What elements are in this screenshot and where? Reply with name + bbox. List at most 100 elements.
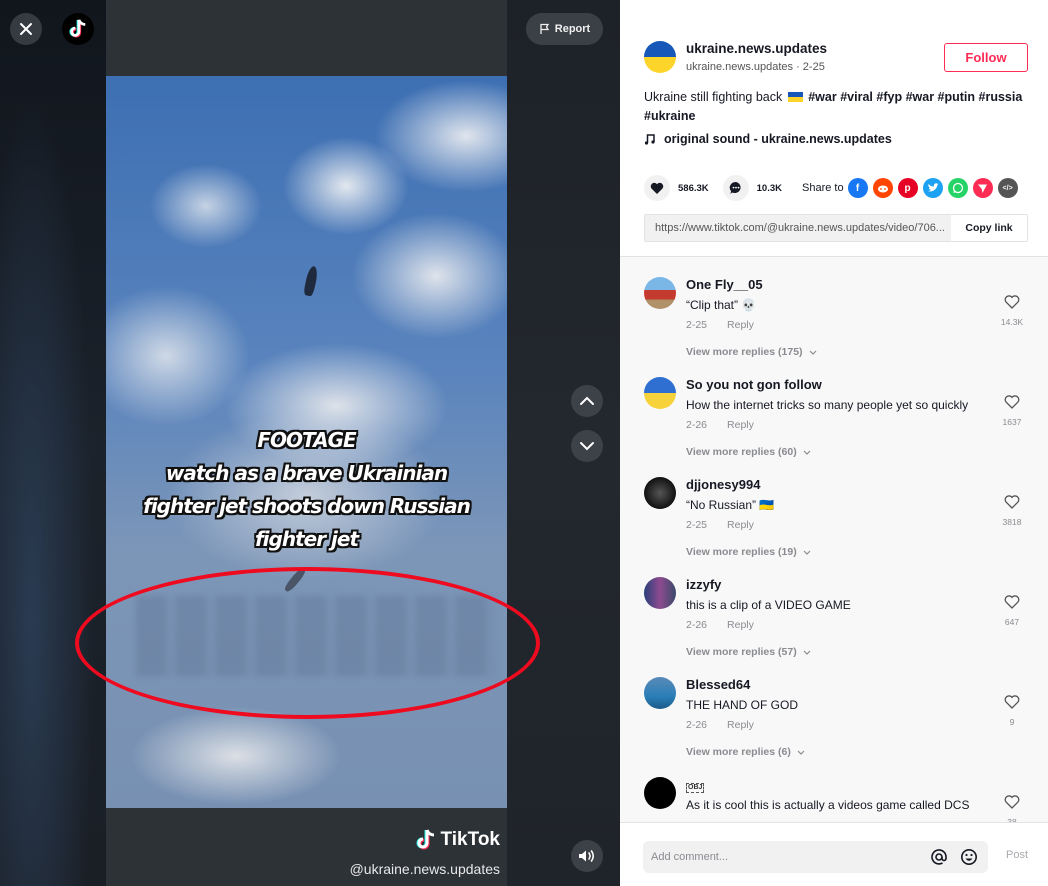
comment-input-placeholder: Add comment... — [651, 851, 729, 863]
author-avatar[interactable] — [644, 41, 676, 73]
comment-like-count: 1637 — [1002, 417, 1022, 427]
mention-button[interactable] — [928, 846, 950, 868]
twitter-icon[interactable] — [922, 178, 943, 198]
facebook-icon[interactable]: f — [847, 178, 868, 198]
chevron-up-icon — [580, 396, 594, 405]
heart-icon — [650, 182, 664, 194]
engagement-bar: 586.3K 10.3K Share to f p </> — [644, 173, 1028, 203]
reply-button[interactable]: Reply — [727, 519, 754, 531]
author-handle-date: ukraine.news.updates · 2-25 — [686, 61, 825, 73]
comment-input[interactable]: Add comment... — [643, 841, 988, 873]
comment-stat[interactable]: 10.3K — [722, 175, 782, 201]
details-panel: ukraine.news.updates ukraine.news.update… — [620, 0, 1048, 886]
share-icons: f p </> — [847, 178, 1018, 198]
commenter-avatar[interactable] — [644, 677, 676, 709]
commenter-name[interactable]: Blessed64 — [686, 677, 986, 693]
hashtag[interactable]: #viral — [840, 90, 873, 104]
volume-icon — [579, 850, 595, 862]
comment-date: 2-25 — [686, 319, 708, 331]
comment-like-button[interactable]: 14.3K — [996, 295, 1028, 327]
view-more-replies[interactable]: View more replies (6) — [686, 746, 986, 758]
comment-list[interactable]: One Fly__05 “Clip that” 💀 2-25 Reply View… — [620, 256, 1048, 822]
comment-like-button[interactable]: 647 — [996, 595, 1028, 627]
commenter-avatar[interactable] — [644, 277, 676, 309]
reddit-icon[interactable] — [872, 178, 893, 198]
report-label: Report — [554, 23, 591, 35]
ukraine-flag-emoji — [787, 92, 803, 102]
whatsapp-icon[interactable] — [947, 178, 968, 198]
chevron-down-icon — [797, 750, 805, 755]
previous-video-button[interactable] — [571, 385, 603, 417]
like-button[interactable] — [644, 175, 670, 201]
commenter-avatar[interactable] — [644, 777, 676, 809]
commenter-avatar[interactable] — [644, 577, 676, 609]
comment-date: 2-26 — [686, 619, 708, 631]
hashtag[interactable]: #war — [808, 90, 837, 104]
comment-text: “Clip that” 💀 — [686, 298, 757, 312]
send-to-friends-icon[interactable] — [972, 178, 993, 198]
reply-button[interactable]: Reply — [727, 619, 754, 631]
heart-outline-icon — [1004, 795, 1020, 809]
commenter-name[interactable]: djjonesy994 — [686, 477, 986, 493]
volume-button[interactable] — [571, 840, 603, 872]
hashtag[interactable]: #war — [906, 90, 935, 104]
reply-button[interactable]: Reply — [727, 419, 754, 431]
sound-link[interactable]: original sound - ukraine.news.updates — [644, 132, 892, 146]
emoji-button[interactable] — [958, 846, 980, 868]
comment-like-button[interactable]: 38 — [996, 795, 1028, 822]
hashtag[interactable]: #russia — [979, 90, 1023, 104]
commenter-name[interactable]: izzyfy — [686, 577, 986, 593]
comment-button[interactable] — [722, 175, 749, 201]
comment-like-button[interactable]: 3818 — [996, 495, 1028, 527]
caption-line: FOOTAGE — [257, 428, 356, 452]
comment-text: this is a clip of a VIDEO GAME — [686, 598, 851, 612]
commenter-name[interactable]: One Fly__05 — [686, 277, 986, 293]
comment-like-button[interactable]: 1637 — [996, 395, 1028, 427]
watermark-brand: TikTok — [440, 829, 500, 850]
commenter-avatar[interactable] — [644, 377, 676, 409]
reply-button[interactable]: Reply — [727, 719, 754, 731]
like-stat[interactable]: 586.3K — [644, 175, 709, 201]
view-more-replies[interactable]: View more replies (60) — [686, 446, 986, 458]
reply-button[interactable]: Reply — [727, 319, 754, 331]
chevron-down-icon — [809, 350, 816, 355]
view-more-replies-label: View more replies (57) — [686, 646, 797, 658]
follow-button[interactable]: Follow — [944, 43, 1028, 72]
like-count: 586.3K — [678, 182, 709, 194]
comment-date: 2-26 — [686, 419, 708, 431]
emoji-icon — [961, 849, 977, 865]
comment-like-button[interactable]: 9 — [996, 695, 1028, 727]
description-text: Ukraine still fighting back — [644, 90, 783, 104]
view-more-replies[interactable]: View more replies (57) — [686, 646, 986, 658]
view-more-replies[interactable]: View more replies (19) — [686, 546, 986, 558]
commenter-name[interactable]: So you not gon follow — [686, 377, 986, 393]
close-icon — [20, 23, 32, 35]
close-button[interactable] — [10, 13, 42, 45]
author-name[interactable]: ukraine.news.updates — [686, 41, 827, 57]
hashtag[interactable]: #putin — [938, 90, 976, 104]
comment-text: As it is cool this is actually a videos … — [686, 798, 970, 812]
watermark-logo: TikTok — [415, 828, 500, 852]
hashtag[interactable]: #ukraine — [644, 109, 695, 123]
tiktok-home-button[interactable] — [62, 13, 94, 45]
comment-composer: Add comment... Post — [620, 822, 1048, 886]
view-more-replies[interactable]: View more replies (175) — [686, 346, 986, 358]
post-comment-button[interactable]: Post — [1006, 849, 1028, 861]
embed-icon[interactable]: </> — [997, 178, 1018, 198]
video-background-blur — [0, 0, 106, 886]
view-more-replies-label: View more replies (175) — [686, 346, 803, 358]
commenter-avatar[interactable] — [644, 477, 676, 509]
report-button[interactable]: Report — [526, 13, 603, 45]
copy-link-button[interactable]: Copy link — [951, 215, 1027, 241]
pinterest-icon[interactable]: p — [897, 178, 918, 198]
comment-like-count: 14.3K — [1000, 317, 1024, 327]
video-link-url[interactable]: https://www.tiktok.com/@ukraine.news.upd… — [645, 215, 951, 241]
caption-line: fighter jet — [254, 527, 359, 551]
hashtag[interactable]: #fyp — [876, 90, 902, 104]
commenter-name[interactable]: OBJ — [686, 777, 986, 793]
author-info: ukraine.news.updates ukraine.news.update… — [644, 41, 827, 73]
caption-line: fighter jet shoots down Russian — [143, 494, 471, 518]
next-video-button[interactable] — [571, 430, 603, 462]
comment-count: 10.3K — [756, 182, 782, 194]
comment-like-count: 9 — [1009, 717, 1015, 727]
